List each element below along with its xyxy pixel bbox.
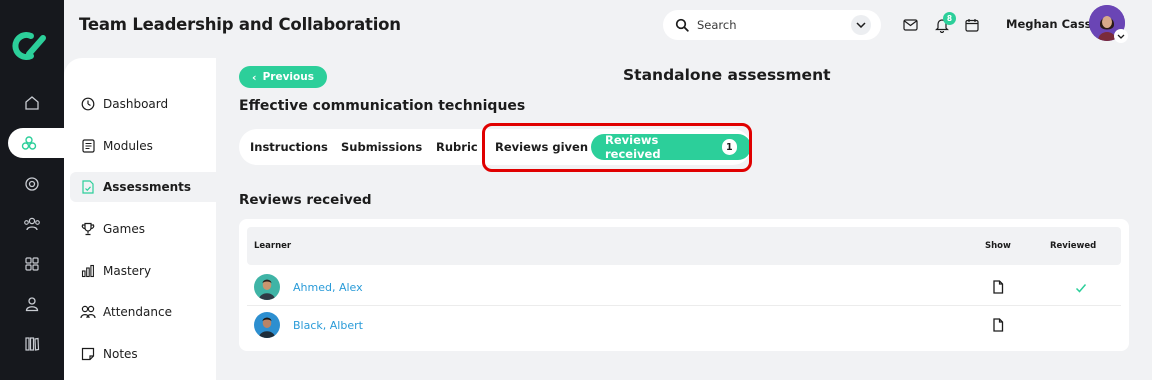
sidebar-item-attendance[interactable]: Attendance [70,297,216,327]
target-icon[interactable] [19,171,45,197]
assessment-title: Standalone assessment [623,66,831,84]
person-icon[interactable] [19,291,45,317]
assessments-icon[interactable] [8,128,68,158]
table-row: Ahmed, Alex [247,268,1121,306]
home-icon[interactable] [19,90,45,116]
search-input[interactable]: Search [663,10,881,40]
chart-icon [80,263,96,279]
sidebar-item-mastery[interactable]: Mastery [70,256,216,286]
learner-avatar [254,312,280,338]
modules-icon [80,138,96,154]
document-icon[interactable] [991,317,1005,333]
column-show: Show [985,241,1011,251]
section-title: Reviews received [239,192,372,208]
sidebar-item-notes[interactable]: Notes [70,339,216,369]
search-icon [675,18,689,32]
learner-avatar [254,274,280,300]
table-row: Black, Albert [247,306,1121,344]
notification-badge: 8 [943,12,956,25]
sidebar-item-label: Assessments [103,180,192,194]
attendance-icon [80,304,96,320]
chevron-down-icon[interactable] [1114,29,1128,43]
chevron-left-icon: ‹ [252,70,257,84]
sidebar-item-label: Attendance [103,305,172,319]
learner-name-link[interactable]: Ahmed, Alex [293,281,363,294]
search-placeholder: Search [697,18,737,32]
column-reviewed: Reviewed [1050,241,1097,251]
sidebar-item-label: Dashboard [103,97,169,111]
reviews-table: Learner Show Reviewed Ahmed, Alex Black,… [239,219,1129,351]
document-icon[interactable] [991,279,1005,295]
learner-name-link[interactable]: Black, Albert [293,319,363,332]
check-icon [1074,280,1088,294]
assessments-icon [80,179,96,195]
page-title: Team Leadership and Collaboration [79,15,401,34]
sidebar-item-games[interactable]: Games [70,214,216,244]
notes-icon [80,346,96,362]
library-icon[interactable] [19,331,45,357]
table-header: Learner Show Reviewed [247,227,1121,265]
user-name[interactable]: Meghan Cass [1006,17,1092,31]
sidebar-item-label: Modules [103,139,153,153]
assessment-subtitle: Effective communication techniques [239,98,526,114]
sidebar-item-label: Mastery [103,264,152,278]
people-icon[interactable] [19,211,45,237]
sidebar-item-label: Games [103,222,145,236]
sidebar: Dashboard Modules Assessments Games Mast… [64,58,216,380]
calendar-icon[interactable] [963,16,981,34]
tab-rubric[interactable]: Rubric [436,129,478,165]
previous-button[interactable]: ‹ Previous [239,66,327,88]
column-learner: Learner [254,241,292,251]
tab-instructions[interactable]: Instructions [250,129,328,165]
previous-label: Previous [262,71,314,83]
chevron-down-icon[interactable] [851,15,871,35]
icon-rail [0,0,68,380]
tab-submissions[interactable]: Submissions [341,129,422,165]
highlight-box [482,123,752,172]
sidebar-item-label: Notes [103,347,138,361]
brand-logo[interactable] [9,28,49,64]
trophy-icon [80,221,96,237]
grid-icon[interactable] [19,251,45,277]
mail-icon[interactable] [901,16,919,34]
sidebar-item-modules[interactable]: Modules [70,131,216,161]
sidebar-item-assessments[interactable]: Assessments [70,172,216,202]
sidebar-item-dashboard[interactable]: Dashboard [70,89,216,119]
dashboard-icon [80,96,96,112]
